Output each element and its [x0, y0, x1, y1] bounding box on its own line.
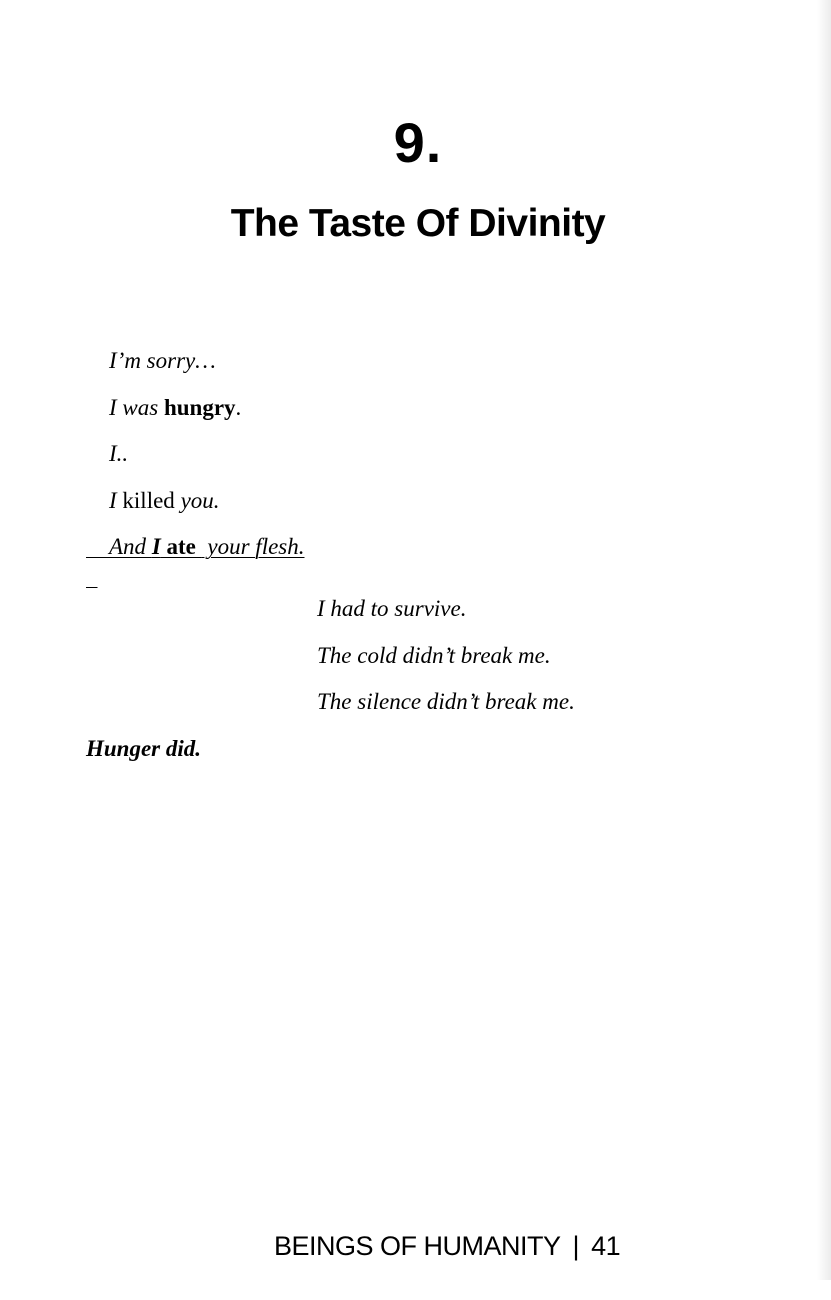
book-page: 9. The Taste Of Divinity I’m sorry… I wa… [0, 0, 831, 1280]
poem-line-6: I had to survive. [317, 596, 467, 621]
poem-line-5-part-1: And [109, 534, 152, 559]
poem-line-7: The cold didn’t break me. [317, 643, 551, 668]
footer-page-number: 41 [591, 1231, 621, 1261]
poem-line-5-verb: ate [160, 534, 202, 559]
chapter-title: The Taste Of Divinity [230, 202, 606, 245]
page-edge-shadow [817, 0, 831, 1280]
poem-line-5: And I ate your flesh. [86, 502, 305, 592]
page-footer: BEINGS OF HUMANITY | 41 [246, 1192, 621, 1300]
poem-line-5-part-2: your flesh. [201, 534, 305, 559]
poem-line-5-pronoun: I [151, 534, 161, 559]
poem-line-8: The silence didn’t break me. [317, 689, 575, 714]
footer-book-title: BEINGS OF HUMANITY [274, 1231, 561, 1261]
poem-line-2-bold-word: hungry [163, 395, 236, 420]
chapter-number: 9. [393, 111, 443, 174]
poem-line-9: Hunger did. [86, 736, 202, 761]
footer-separator: | [572, 1231, 580, 1261]
poem-line-2-period: . [235, 395, 242, 420]
